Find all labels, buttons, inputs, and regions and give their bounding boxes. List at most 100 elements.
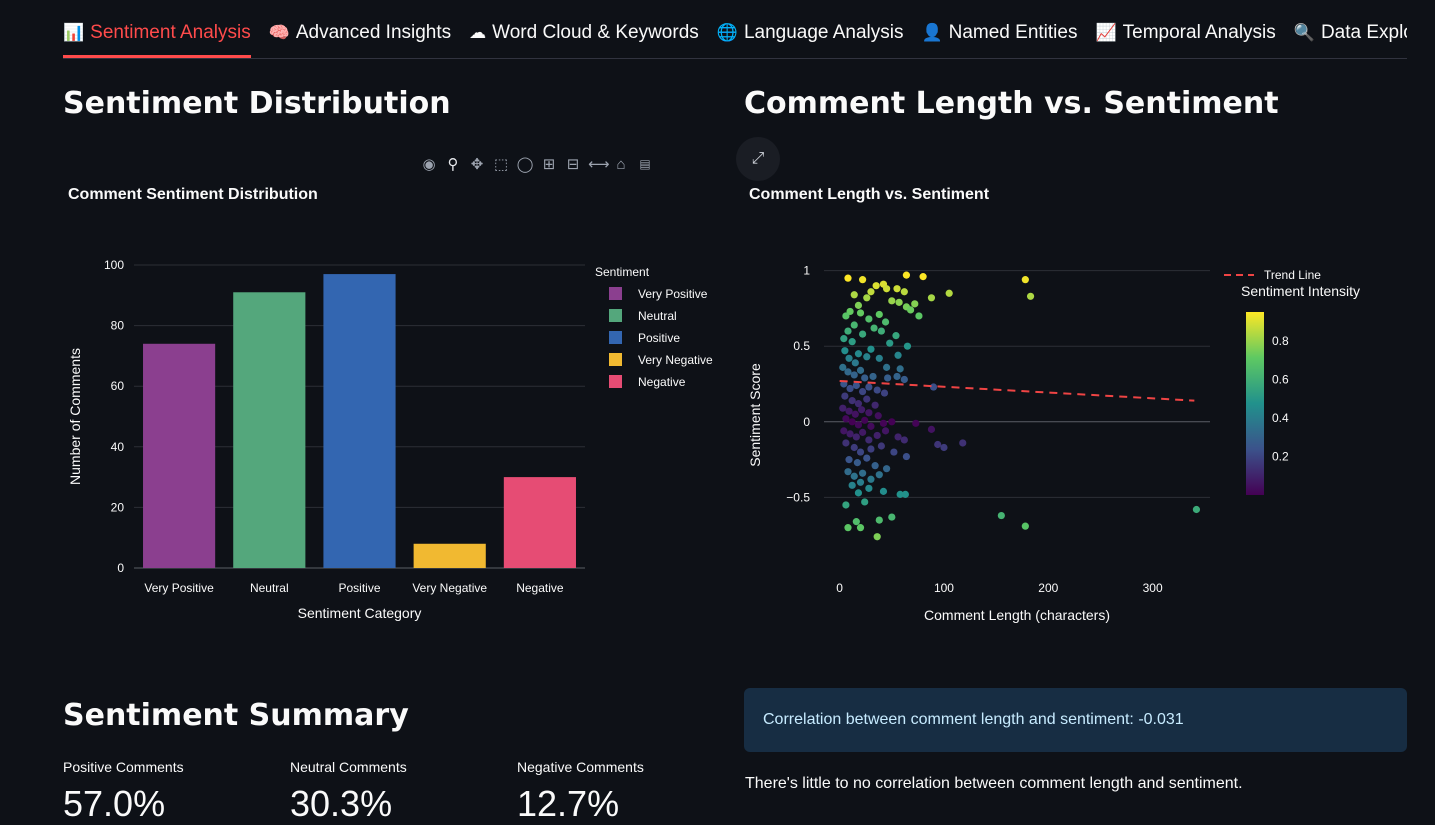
data-point [842,415,850,423]
legend-swatch [609,331,622,344]
data-point [902,271,911,279]
legend-swatch [609,309,622,322]
colorbar-title: Sentiment Intensity [1241,283,1360,299]
tab-language-analysis[interactable]: 🌐 Language Analysis [717,14,904,56]
data-point [856,448,865,456]
data-point [851,359,859,367]
metric-value: 30.3% [290,783,393,824]
metric-label: Neutral Comments [290,759,407,775]
legend-item: Negative [638,375,686,389]
tab-data-explorer[interactable]: 🔍 Data Explorer [1294,14,1407,56]
pan-icon[interactable]: ✥ [468,155,486,173]
bar-very-negative [413,543,486,568]
data-point [900,375,908,384]
tab-temporal-analysis[interactable]: 📈 Temporal Analysis [1095,14,1275,56]
fullscreen-expand-icon[interactable]: ⤢ [736,137,780,181]
data-point [865,315,873,323]
data-point [1021,522,1029,530]
tab-sentiment-analysis[interactable]: 📊 Sentiment Analysis [63,14,251,58]
data-point [873,386,881,394]
data-point [859,330,867,338]
data-point [927,425,936,433]
right-section-heading: Comment Length vs. Sentiment [744,86,1279,121]
data-point [859,469,867,477]
data-point [895,298,903,306]
data-point [902,452,911,461]
data-point [863,395,871,403]
data-point [867,422,875,430]
camera-icon[interactable]: ◉ [420,155,438,173]
zoom-in-icon[interactable]: ⊞ [540,155,558,173]
bar-negative [503,477,576,568]
autoscale-icon[interactable]: ⟷ [588,155,610,173]
sentiment-bar-chart[interactable]: 0 20 40 60 80 100 Very Positive Neutral Positive… [60,230,740,640]
y-tick-label: −0.5 [786,490,810,504]
y-tick-label: 60 [111,379,125,393]
tab-word-cloud-keywords[interactable]: ☁ Word Cloud & Keywords [469,14,699,56]
tab-advanced-insights[interactable]: 🧠 Advanced Insights [269,14,451,56]
x-tick-label: 0 [836,581,843,595]
tab-icon: 🧠 [268,23,290,42]
data-point [842,312,850,320]
colorbar-tick-label: 0.6 [1272,372,1289,386]
length-sentiment-scatter-chart[interactable]: −0.5 0 0.5 1 0 100 200 300 Comment Length (chara… [744,230,1404,640]
data-point [900,436,908,444]
data-point [934,440,942,449]
y-axis-label: Number of Comments [67,348,83,485]
plotly-logo-icon[interactable]: ▤ [636,157,654,171]
data-point [850,291,858,299]
data-point [893,285,901,293]
data-point [865,409,873,417]
data-point [927,294,936,302]
data-point [915,312,923,320]
data-point [1021,276,1029,284]
data-point [856,478,865,486]
bar-chart-title: Comment Sentiment Distribution [68,186,318,203]
data-point [893,372,901,381]
x-axis-label: Comment Length (characters) [924,607,1110,623]
data-point [842,439,850,447]
data-point [875,516,883,524]
data-point [865,484,873,492]
data-point [906,306,915,314]
data-point [852,518,860,526]
data-point [859,387,867,396]
metric-label: Positive Comments [63,759,184,775]
colorbar-tick-label: 0.8 [1272,334,1289,348]
correlation-note: There's little to no correlation between… [745,775,1243,792]
tab-icon: 🌐 [716,23,738,42]
data-point [888,297,896,305]
lasso-icon[interactable]: ◯ [516,155,534,173]
data-point [1192,505,1201,514]
data-point [861,416,869,424]
bar-very-positive [143,343,216,568]
y-tick-label: 80 [111,319,125,333]
data-point [844,524,852,532]
legend-swatch [609,287,622,300]
data-point [873,431,881,440]
data-point [884,374,892,382]
zoom-icon[interactable]: ⚲ [444,155,462,173]
y-tick-label: 20 [111,500,125,514]
colorbar [1246,312,1264,495]
data-point [853,459,861,467]
data-point [894,351,902,359]
tab-named-entities[interactable]: 👤 Named Entities [921,14,1077,56]
data-point [872,282,880,290]
data-point [859,276,867,284]
data-point [840,335,848,343]
box-select-icon[interactable]: ⬚ [492,155,510,173]
x-axis-label: Sentiment Category [298,605,422,621]
colorbar-tick-label: 0.2 [1272,449,1289,463]
data-point [882,363,891,371]
data-point [888,418,896,426]
data-point [867,345,875,353]
data-point [854,489,863,497]
home-icon[interactable]: ⌂ [612,156,630,173]
trend-line [839,379,1195,402]
zoom-out-icon[interactable]: ⊟ [564,155,582,173]
x-tick-label: 200 [1038,581,1058,595]
metric-label: Negative Comments [517,759,644,775]
legend-item: Neutral [638,309,677,323]
tab-icon: 🔍 [1293,23,1315,42]
